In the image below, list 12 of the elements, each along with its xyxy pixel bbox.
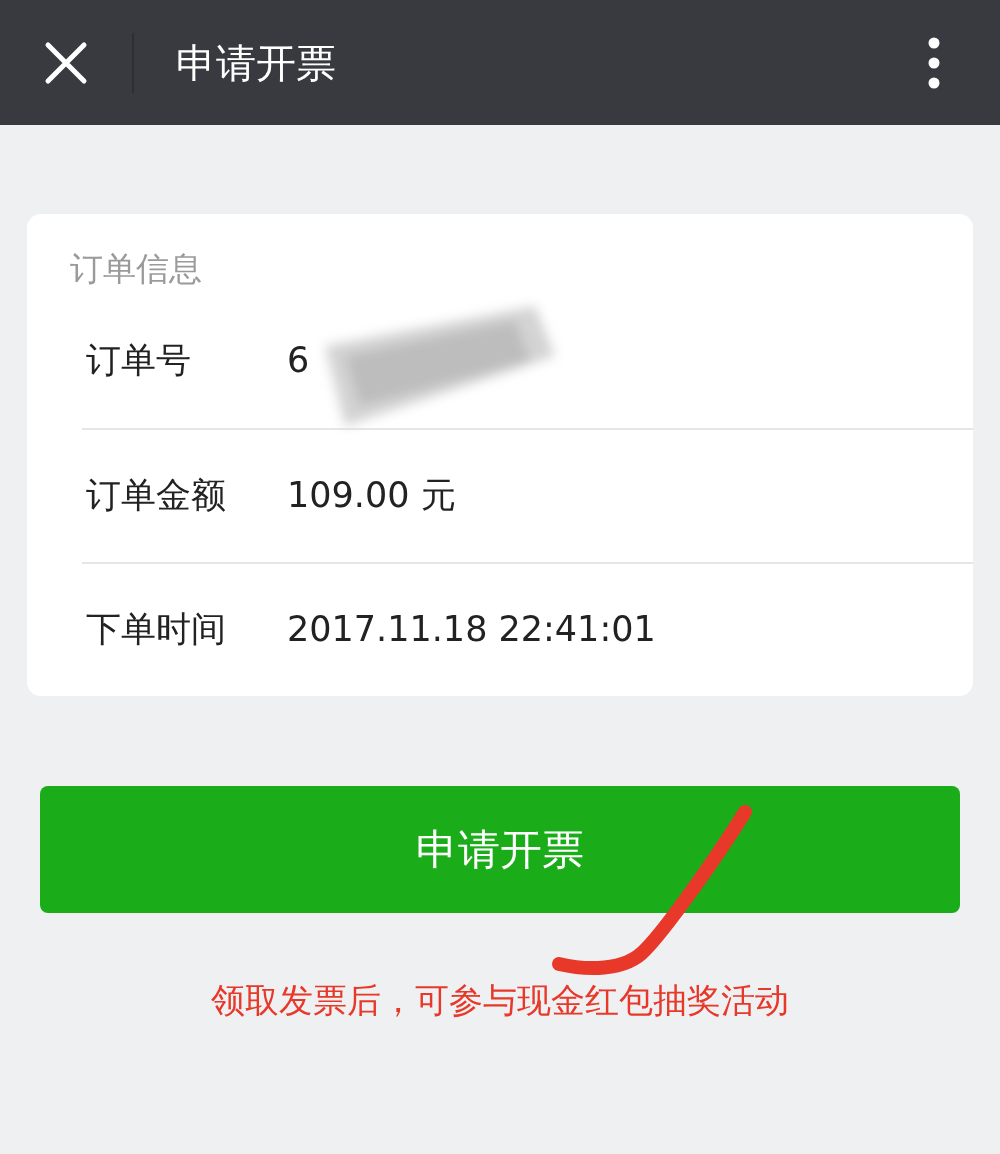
field-value: 6	[287, 339, 310, 383]
field-label: 订单号	[85, 339, 192, 383]
annotation-note: 领取发票后，可参与现金红包抽奖活动	[210, 978, 790, 1022]
field-label: 订单金额	[85, 474, 227, 518]
page-title: 申请开票	[176, 38, 336, 88]
section-title: 订单信息	[70, 248, 203, 290]
field-value: 109.00 元	[287, 474, 456, 518]
field-label: 下单时间	[85, 608, 227, 652]
apply-invoice-button[interactable]: 申请开票	[40, 785, 960, 913]
close-icon[interactable]	[44, 40, 88, 85]
more-icon[interactable]	[928, 36, 940, 89]
field-value: 2017.11.18 22:41:01	[287, 608, 656, 652]
